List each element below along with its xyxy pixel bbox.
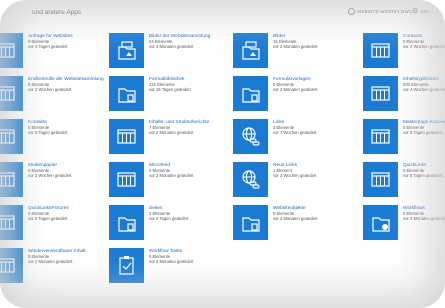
app-info: Endkontrolle der Websitesammlung 0 Elemen… [28, 77, 118, 92]
modified-date: vor 2 Monaten geändert [149, 173, 194, 179]
app-tile[interactable] [233, 162, 268, 197]
app-info: Links 3 Elemente vor 7 Wochen geändert [273, 120, 363, 135]
app-info: Anfrage für Websites 0 Elemente vor 4 Tage… [28, 34, 118, 49]
app-tile[interactable] [363, 76, 398, 111]
app-info: Medienpapier 0 Elemente vor 2 Wochen geänd… [28, 163, 118, 178]
modified-date: vor 4 Wochen geändert [403, 44, 445, 50]
app-info: Seiten 3 Elemente vor 4 Tagen geändert [149, 206, 239, 221]
modified-date: vor 2 Monaten geändert [149, 130, 194, 136]
app-tile[interactable] [109, 205, 144, 240]
app-tile[interactable] [233, 119, 268, 154]
settings-gear-icon[interactable]: ⚙ [412, 7, 418, 15]
app-info: Microfeed 0 Elemente vor 2 Monaten geänder… [149, 163, 239, 178]
app-tile[interactable] [0, 248, 23, 283]
section-title: und andere Apps [32, 9, 82, 16]
app-info: Wiederverwendbarer Inhalt 0 Elemente vor 2… [28, 249, 118, 264]
app-info: Inhalts- und Strukturberichte 7 Elemente v… [149, 120, 239, 135]
modified-date: vor 16 Tagen geändert [149, 87, 191, 93]
app-info: Workflow Tasks 0 Elemente vor 2 Monaten ge… [149, 249, 239, 264]
app-tile[interactable] [363, 33, 398, 68]
website-workflows-link[interactable]: WEBSITE-WORKFLOWS [357, 9, 412, 14]
app-info: Workflows 0 Elemente vor 2 Monaten geänder… [403, 206, 445, 221]
modified-date: vor 2 Monaten geändert [149, 259, 194, 265]
app-tile[interactable] [233, 33, 268, 68]
app-info: Inhaltstyphistorie 200 Elemente vor 4 Woch… [403, 77, 445, 92]
app-tile[interactable] [0, 205, 23, 240]
app-info: QuickLinksPictures 0 Elemente vor 5 Tagen … [28, 206, 118, 221]
app-tile[interactable] [109, 162, 144, 197]
modified-date: vor 2 Monaten geändert [273, 44, 318, 50]
app-tile[interactable] [363, 205, 398, 240]
modified-date: vor 4 Wochen geändert [403, 87, 445, 93]
top-bar: und andere Apps WEBSITE-WORKFLOWS ⚙ EIN [0, 0, 445, 24]
modified-date: vor 5 Tagen geändert [403, 173, 443, 179]
app-info: Contacts 0 Elemente vor 4 Wochen geändert [403, 34, 445, 49]
app-tile[interactable] [233, 76, 268, 111]
modified-date: vor 2 Monaten geändert [273, 216, 318, 222]
modified-date: vor 4 Tagen geändert [149, 216, 189, 222]
app-info: Bilder 15 Elemente vor 2 Monaten geändert [273, 34, 363, 49]
app-tile[interactable] [109, 33, 144, 68]
app-tile[interactable] [0, 33, 23, 68]
modified-date: vor 5 Tagen geändert [28, 216, 68, 222]
app-tile[interactable] [109, 248, 144, 283]
app-tile[interactable] [363, 162, 398, 197]
app-tile[interactable] [0, 162, 23, 197]
modified-date: vor 4 Tagen geändert [28, 44, 68, 50]
app-tile[interactable] [233, 205, 268, 240]
app-tile[interactable] [363, 119, 398, 154]
app-info: Kontakte 0 Elemente vor 5 Tagen geändert [28, 120, 118, 135]
workflow-icon[interactable] [348, 8, 355, 15]
app-info: Neue Links 1 Element vor 2 Wochen geändert [273, 163, 363, 178]
modified-date: vor 2 Wochen geändert [28, 87, 72, 93]
modified-date: vor 2 Wochen geändert [28, 173, 72, 179]
modified-date: vor 2 Monaten geändert [28, 259, 73, 265]
app-info: QuickLinks 0 Elemente vor 5 Tagen geändert [403, 163, 445, 178]
modified-date: vor 7 Wochen geändert [273, 130, 317, 136]
app-tile[interactable] [109, 76, 144, 111]
app-tile[interactable] [109, 119, 144, 154]
app-info: Bilder der Websitesammlung 24 Elemente vor… [149, 34, 239, 49]
modified-date: vor 2 Monaten geändert [273, 87, 318, 93]
app-info: Websiteobjekte 0 Elemente vor 2 Monaten ge… [273, 206, 363, 221]
app-tile[interactable] [0, 76, 23, 111]
app-info: Formularvorlagen 0 Elemente vor 2 Monaten … [273, 77, 363, 92]
app-info: Masterpage-Katalog 0 Elemente vor 5 Tagen … [403, 120, 445, 135]
modified-date: vor 5 Tagen geändert [28, 130, 68, 136]
app-info: Formatbibliothek 121 Elemente vor 16 Tagen… [149, 77, 239, 92]
settings-link[interactable]: EIN [421, 9, 429, 14]
modified-date: vor 5 Tagen geändert [403, 130, 443, 136]
modified-date: vor 2 Monaten geändert [403, 216, 445, 222]
app-tile[interactable] [0, 119, 23, 154]
modified-date: vor 2 Wochen geändert [273, 173, 317, 179]
modified-date: vor 2 Monaten geändert [149, 44, 194, 50]
